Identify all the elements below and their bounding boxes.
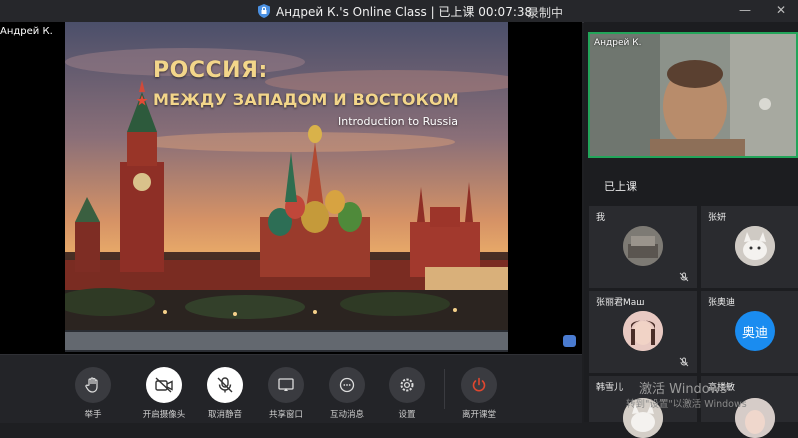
- section-title: 已上课: [604, 180, 637, 193]
- teacher-name: Андрей К.: [594, 38, 642, 48]
- messages-label: 互动消息: [329, 410, 364, 420]
- avatar-initials: 奥迪: [741, 325, 768, 341]
- shield-lock-icon: [258, 4, 270, 18]
- presentation-slide: РОССИЯ: МЕЖДУ ЗАПАДОМ И ВОСТОКОМ Introdu…: [65, 22, 508, 352]
- bottom-toolbar: 举手 开启摄像头 取消静音 共享窗口 互动消息 设置 离开课堂: [0, 354, 582, 423]
- slide-title-line2: МЕЖДУ ЗАПАДОМ И ВОСТОКОМ: [153, 90, 459, 109]
- participant-tile[interactable]: 张丽君Маш: [589, 291, 697, 373]
- avatar: [735, 226, 775, 266]
- raise-hand-icon: [75, 367, 111, 403]
- slide-title-line1: РОССИЯ:: [153, 58, 268, 83]
- kremlin-photo: [65, 22, 508, 352]
- participant-name: 我: [596, 213, 606, 223]
- slide-subtitle: Introduction to Russia: [338, 115, 459, 128]
- leave-class-button[interactable]: 离开课堂: [449, 367, 509, 420]
- unmute-label: 取消静音: [207, 410, 242, 420]
- stage-owner-name: Андрей К.: [0, 26, 53, 37]
- teacher-camera-feed: [590, 34, 796, 156]
- close-button[interactable]: ✕: [776, 3, 786, 17]
- right-panel: Андрей К. 已上课 我 张妍 张丽君Маш 张奥迪 奥迪 韩雪儿 高楼敏: [584, 22, 798, 438]
- title-bar: Андрей К.'s Online Class | 已上课 00:07:38 …: [0, 0, 798, 23]
- leave-class-label: 离开课堂: [461, 410, 496, 420]
- participant-tile[interactable]: 我: [589, 206, 697, 288]
- main-stage: Андрей К. РОССИЯ: МЕЖДУ ЗАПАДОМ И ВОСТОК…: [0, 22, 582, 354]
- participant-name: 张奥迪: [708, 298, 736, 308]
- chat-bubble-icon: [329, 367, 365, 403]
- messages-button[interactable]: 互动消息: [317, 367, 377, 420]
- raise-hand-label: 举手: [84, 410, 102, 420]
- activation-watermark: 激活 Windows: [639, 382, 728, 397]
- mic-muted-icon: [679, 357, 689, 367]
- chat-badge-icon[interactable]: [563, 335, 576, 347]
- activation-watermark-hint: 转到"设置"以激活 Windows: [626, 399, 747, 410]
- share-window-button[interactable]: 共享窗口: [256, 367, 316, 420]
- camera-off-icon: [146, 367, 182, 403]
- share-screen-icon: [268, 367, 304, 403]
- mic-muted-icon: [679, 272, 689, 282]
- toolbar-divider: [444, 369, 445, 409]
- avatar: [623, 311, 663, 351]
- camera-button[interactable]: 开启摄像头: [134, 367, 194, 420]
- power-icon: [461, 367, 497, 403]
- participant-name: 张妍: [708, 213, 727, 223]
- camera-label: 开启摄像头: [142, 410, 186, 420]
- participant-name: 张丽君Маш: [596, 298, 645, 308]
- minimize-button[interactable]: —: [739, 3, 751, 17]
- participant-tile[interactable]: 张奥迪 奥迪: [701, 291, 798, 373]
- gear-icon: [389, 367, 425, 403]
- participant-name: 韩雪儿: [596, 383, 624, 393]
- avatar: 奥迪: [735, 311, 775, 351]
- share-window-label: 共享窗口: [268, 410, 303, 420]
- mic-muted-icon: [207, 367, 243, 403]
- recording-status: 录制中: [527, 6, 564, 20]
- unmute-button[interactable]: 取消静音: [195, 367, 255, 420]
- teacher-video[interactable]: Андрей К.: [588, 32, 798, 158]
- participant-tile[interactable]: 张妍: [701, 206, 798, 288]
- class-title-text: Андрей К.'s Online Class | 已上课 00:07:38: [276, 4, 533, 19]
- avatar: [623, 226, 663, 266]
- settings-button[interactable]: 设置: [377, 367, 437, 420]
- class-title: Андрей К.'s Online Class | 已上课 00:07:38: [258, 3, 532, 19]
- settings-label: 设置: [398, 410, 416, 420]
- raise-hand-button[interactable]: 举手: [63, 367, 123, 420]
